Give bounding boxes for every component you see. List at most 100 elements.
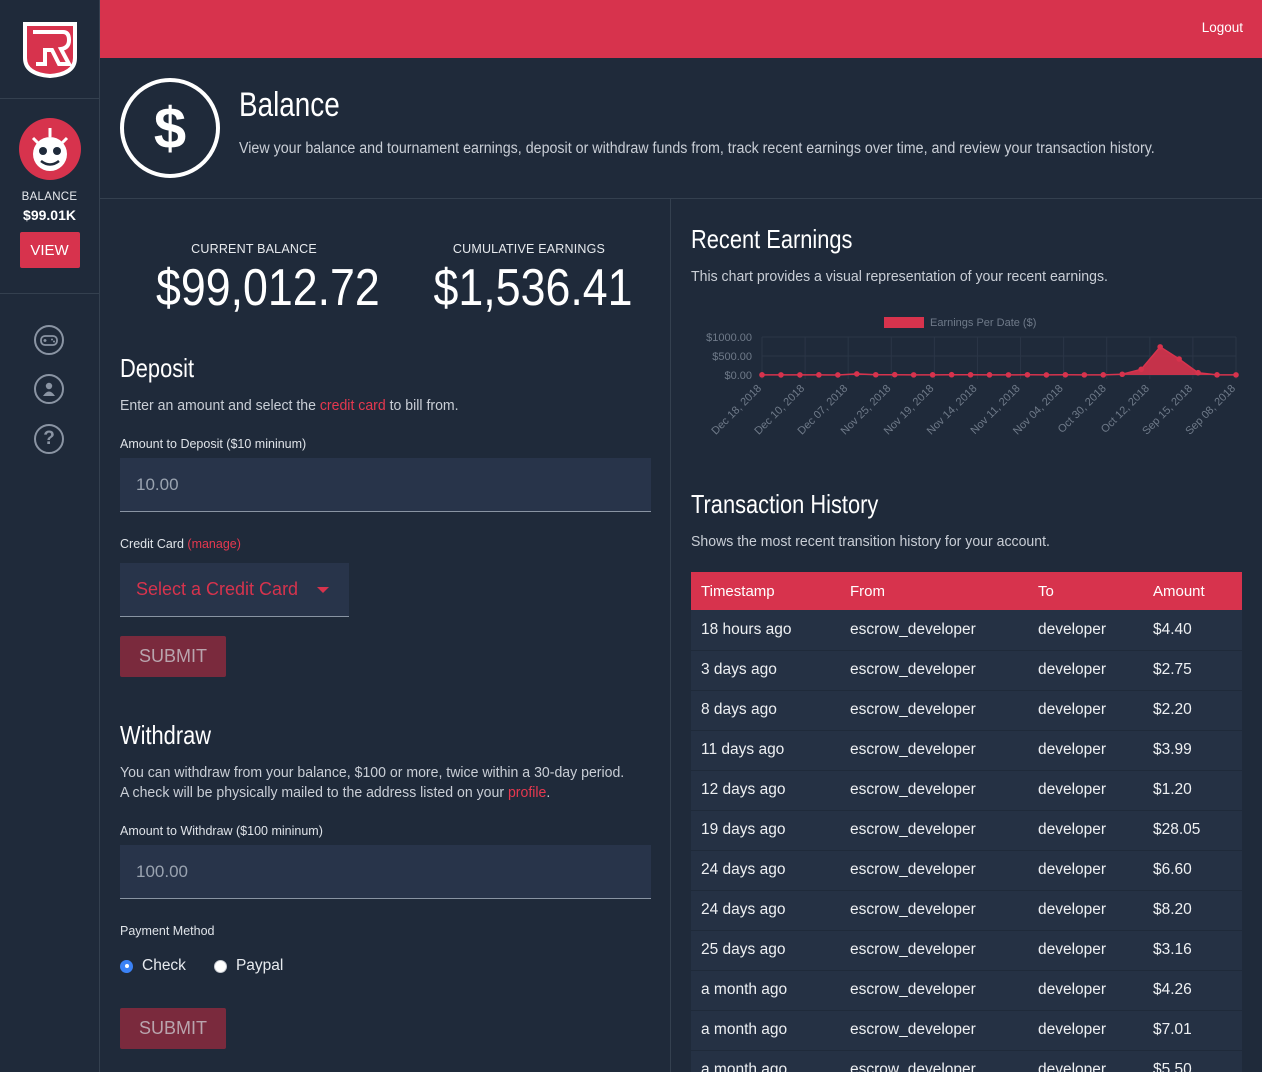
table-cell: 12 days ago bbox=[691, 770, 840, 811]
table-cell: $5.50 bbox=[1143, 1050, 1242, 1072]
payment-method-label: Payment Method bbox=[120, 924, 215, 938]
view-balance-button[interactable]: VIEW bbox=[19, 232, 80, 268]
data-point bbox=[948, 371, 955, 378]
table-cell: 3 days ago bbox=[691, 650, 840, 691]
y-tick-label: $1000.00 bbox=[706, 332, 752, 344]
cumulative-earnings: CUMULATIVE EARNINGS $1,536.41 bbox=[418, 242, 640, 318]
logo-area bbox=[0, 0, 99, 99]
page-title: Balance bbox=[239, 86, 340, 124]
manage-cards-link[interactable]: (manage) bbox=[187, 537, 241, 551]
table-row: 11 days ago escrow_developer developer $3.9… bbox=[691, 730, 1242, 771]
deposit-amount-label: Amount to Deposit ($10 mininum) bbox=[120, 437, 307, 451]
user-icon[interactable] bbox=[34, 374, 64, 404]
table-cell: $2.75 bbox=[1143, 650, 1242, 691]
deposit-description: Enter an amount and select the credit ca… bbox=[120, 396, 459, 416]
avatar[interactable] bbox=[18, 118, 81, 180]
y-tick-label: $0.00 bbox=[724, 370, 752, 382]
column-header[interactable]: Amount bbox=[1143, 572, 1242, 610]
table-cell: developer bbox=[1028, 850, 1143, 891]
balance-label: BALANCE bbox=[21, 191, 78, 203]
data-point bbox=[778, 372, 784, 378]
withdraw-submit-button[interactable]: SUBMIT bbox=[120, 1008, 226, 1049]
check-radio-label[interactable]: Check bbox=[142, 957, 186, 975]
current-balance: CURRENT BALANCE $99,012.72 bbox=[140, 242, 380, 318]
column-header[interactable]: To bbox=[1028, 572, 1143, 610]
table-cell: $3.99 bbox=[1143, 730, 1242, 771]
table-cell: developer bbox=[1028, 650, 1143, 691]
withdraw-amount-input[interactable] bbox=[120, 845, 651, 899]
table-cell: 11 days ago bbox=[691, 730, 840, 771]
table-cell: escrow_developer bbox=[840, 850, 1028, 891]
deposit-amount-input[interactable] bbox=[120, 458, 651, 512]
table-cell: 25 days ago bbox=[691, 930, 840, 971]
data-point bbox=[986, 372, 993, 378]
profile-link[interactable]: profile bbox=[508, 784, 546, 801]
table-cell: $7.01 bbox=[1143, 1010, 1242, 1051]
paypal-radio-label[interactable]: Paypal bbox=[236, 957, 283, 975]
table-cell: escrow_developer bbox=[840, 610, 1028, 651]
data-point bbox=[891, 371, 898, 378]
table-row: 24 days ago escrow_developer developer $6.6… bbox=[691, 850, 1242, 891]
data-point bbox=[1081, 372, 1088, 378]
table-row: a month ago escrow_developer developer $4.2… bbox=[691, 970, 1242, 1011]
data-point bbox=[797, 372, 803, 378]
earnings-panel: Recent Earnings This chart provides a vi… bbox=[671, 199, 1262, 1072]
table-row: 18 hours ago escrow_developer developer $4.… bbox=[691, 610, 1242, 651]
balance-value: $99.01K bbox=[23, 207, 76, 223]
funds-panel: CURRENT BALANCE $99,012.72 CUMULATIVE EA… bbox=[100, 199, 671, 1072]
table-cell: a month ago bbox=[691, 1050, 840, 1072]
cumulative-earnings-value: $1,536.41 bbox=[433, 259, 633, 317]
data-point bbox=[872, 371, 879, 378]
credit-card-label-text: Credit Card bbox=[120, 537, 184, 551]
recent-earnings-description: This chart provides a visual representat… bbox=[691, 268, 1108, 285]
credit-card-select-value: Select a Credit Card bbox=[136, 579, 299, 599]
table-row: a month ago escrow_developer developer $5.5… bbox=[691, 1050, 1242, 1072]
table-row: 3 days ago escrow_developer developer $2.75 bbox=[691, 650, 1242, 691]
table-cell: 19 days ago bbox=[691, 810, 840, 851]
table-row: 25 days ago escrow_developer developer $3.1… bbox=[691, 930, 1242, 971]
check-radio[interactable] bbox=[120, 959, 133, 973]
paypal-radio[interactable] bbox=[213, 959, 227, 973]
data-point bbox=[1157, 344, 1163, 350]
column-header[interactable]: From bbox=[840, 572, 1028, 610]
deposit-desc-text-end: to bill from. bbox=[385, 397, 459, 414]
table-cell: $2.20 bbox=[1143, 690, 1242, 731]
table-row: 19 days ago escrow_developer developer $28.… bbox=[691, 810, 1242, 851]
logout-link[interactable]: Logout bbox=[1202, 20, 1243, 35]
column-header[interactable]: Timestamp bbox=[691, 572, 840, 610]
table-row: 24 days ago escrow_developer developer $8.2… bbox=[691, 890, 1242, 931]
table-row: 8 days ago escrow_developer developer $2.20 bbox=[691, 690, 1242, 731]
table-cell: $4.26 bbox=[1143, 970, 1242, 1011]
data-point bbox=[1233, 372, 1239, 378]
table-cell: developer bbox=[1028, 970, 1143, 1011]
legend-swatch bbox=[884, 317, 924, 328]
transaction-table: Timestamp From To Amount 18 hours ago esc… bbox=[691, 572, 1242, 1072]
gamepad-icon[interactable] bbox=[34, 325, 64, 355]
chevron-down-icon bbox=[317, 587, 329, 593]
data-point bbox=[1043, 372, 1050, 378]
table-cell: a month ago bbox=[691, 1010, 840, 1051]
app-logo[interactable] bbox=[19, 18, 81, 80]
data-point bbox=[1214, 372, 1220, 378]
cumulative-earnings-label: CUMULATIVE EARNINGS bbox=[452, 242, 606, 256]
data-point bbox=[854, 371, 860, 377]
table-cell: 8 days ago bbox=[691, 690, 840, 731]
page-description: View your balance and tournament earning… bbox=[239, 140, 1155, 157]
withdraw-desc-line2: A check will be physically mailed to the… bbox=[120, 783, 624, 803]
withdraw-desc-line2-end: . bbox=[546, 784, 551, 801]
y-tick-label: $500.00 bbox=[712, 351, 752, 363]
table-header-row: Timestamp From To Amount bbox=[691, 572, 1242, 610]
table-cell: 24 days ago bbox=[691, 890, 840, 931]
help-icon[interactable]: ? bbox=[34, 424, 64, 454]
table-cell: escrow_developer bbox=[840, 650, 1028, 691]
credit-card-link[interactable]: credit card bbox=[320, 397, 386, 414]
credit-card-select[interactable]: Select a Credit Card bbox=[120, 563, 349, 617]
data-point bbox=[1024, 371, 1031, 378]
table-cell: $8.20 bbox=[1143, 890, 1242, 931]
table-row: 12 days ago escrow_developer developer $1.2… bbox=[691, 770, 1242, 811]
deposit-submit-button[interactable]: SUBMIT bbox=[120, 636, 226, 677]
table-cell: a month ago bbox=[691, 970, 840, 1011]
sidebar: BALANCE $99.01K VIEW ? bbox=[0, 0, 100, 1072]
table-cell: $3.16 bbox=[1143, 930, 1242, 971]
table-row: a month ago escrow_developer developer $7.0… bbox=[691, 1010, 1242, 1051]
